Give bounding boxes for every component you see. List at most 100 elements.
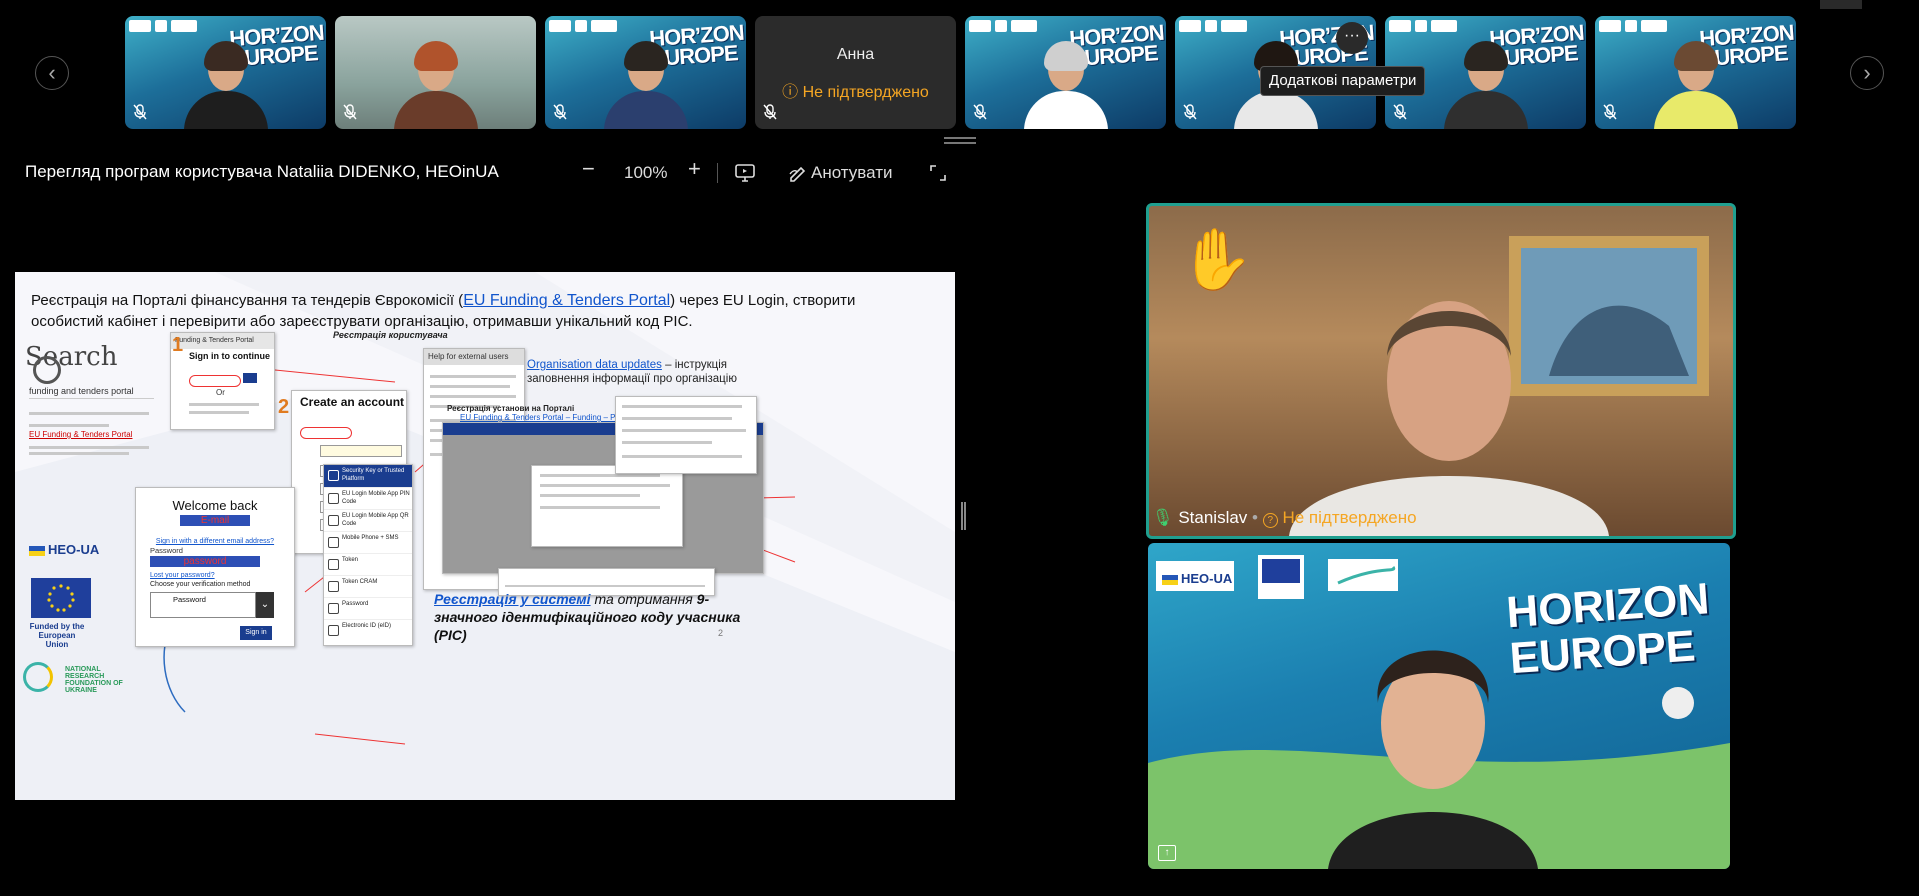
verification-method-item: Token CRAM: [324, 575, 412, 597]
pic-text: та отримання: [590, 591, 697, 607]
search-query: funding and tenders portal: [29, 386, 154, 399]
method-icon: [328, 559, 339, 570]
participant-video: [1023, 39, 1108, 129]
nrf-logo-icon: [23, 662, 53, 692]
signin-screenshot: Funding & Tenders Portal Sign in to cont…: [170, 332, 275, 430]
speaker-video[interactable]: ✋: [1146, 203, 1736, 539]
participant-tile[interactable]: HOR’ZON EUROPE: [965, 16, 1166, 129]
resize-grabber-line: [944, 142, 976, 144]
participant-tile[interactable]: Анна ⓘ Не підтверджено: [755, 16, 956, 129]
verification-method-label: Electronic ID (eID): [342, 623, 392, 629]
step-number-1: 1: [172, 334, 184, 356]
heo-ua-logo: HEO-UA: [29, 542, 99, 557]
sponsor-logos: [1389, 20, 1457, 32]
password-field: password: [150, 556, 260, 567]
present-screen-icon[interactable]: [735, 164, 755, 187]
register-form-screenshot: [615, 396, 757, 474]
create-account-title: Create an account: [300, 395, 405, 409]
method-icon: [328, 493, 339, 504]
verification-method-item: Mobile Phone + SMS: [324, 531, 412, 553]
signin-button: Sign in: [240, 626, 272, 640]
sponsor-logos: [1599, 20, 1667, 32]
participant-tile[interactable]: HOR’ZON EUROPE: [1595, 16, 1796, 129]
welcome-back-screenshot: Welcome back E-mail Sign in with a diffe…: [135, 487, 295, 647]
heo-ua-label: HEO-UA: [48, 542, 100, 557]
more-options-tooltip: Додаткові параметри: [1260, 66, 1426, 96]
org-updates-note: Organisation data updates – інструкція з…: [527, 358, 772, 386]
presenter-heo-label: HEO-UA: [1181, 571, 1233, 586]
zoom-in-button[interactable]: +: [688, 156, 701, 182]
participant-video: [603, 39, 688, 129]
panel-splitter[interactable]: [961, 502, 966, 530]
slide-heading-text: Реєстрація на Порталі фінансування та те…: [31, 292, 464, 309]
verification-method-label: Mobile Phone + SMS: [342, 535, 399, 541]
sponsor-logos: [129, 20, 197, 32]
method-icon: [328, 537, 339, 548]
toolbar-divider: [717, 163, 718, 183]
verification-method-item: EU Login Mobile App QR Code: [324, 509, 412, 531]
org-updates-link[interactable]: Organisation data updates: [527, 359, 662, 371]
slide-heading: Реєстрація на Порталі фінансування та те…: [31, 290, 931, 332]
participant-tile[interactable]: HOR’ZON EUROPE: [545, 16, 746, 129]
shared-slide: Реєстрація на Порталі фінансування та те…: [15, 272, 955, 800]
participant-name: Анна: [836, 46, 875, 63]
participant-video: [1443, 39, 1528, 129]
participant-tile[interactable]: HOR’ZON EUROPE: [125, 16, 326, 129]
search-result-link: EU Funding & Tenders Portal: [29, 430, 133, 439]
sponsor-logos: [969, 20, 1037, 32]
participant-tile[interactable]: [335, 16, 536, 129]
speaker-status: Не підтверджено: [1282, 508, 1417, 527]
resize-grabber[interactable]: [944, 137, 976, 139]
presenter-video[interactable]: HEO-UA HORIZON EUROPE ↑: [1148, 543, 1730, 869]
raised-hand-icon: ✋: [1179, 226, 1254, 293]
verification-method-item: Security Key or Trusted Platform: [324, 465, 412, 487]
participant-video: [393, 39, 478, 129]
password-label: Password: [150, 546, 183, 555]
search-screenshot: Search funding and tenders portal EU Fun…: [25, 342, 160, 462]
verification-methods-screenshot: Security Key or Trusted Platform EU Login…: [323, 464, 413, 646]
participant-status: ⓘ Не підтверджено: [782, 84, 929, 101]
mic-off-icon: [133, 104, 147, 123]
chevron-left-icon: ‹: [48, 60, 56, 85]
welcome-title: Welcome back: [172, 498, 258, 513]
verification-method-label: EU Login Mobile App PIN Code: [342, 491, 410, 505]
chevron-right-icon: ›: [1863, 60, 1871, 85]
verification-method-item: EU Login Mobile App PIN Code: [324, 487, 412, 509]
mic-off-icon: [343, 104, 357, 123]
unverified-icon: ?: [1262, 513, 1278, 528]
method-icon: [328, 603, 339, 614]
signin-title: Sign in to continue: [189, 351, 270, 361]
prev-page-button[interactable]: ‹: [35, 56, 69, 90]
fullscreen-icon[interactable]: [929, 164, 947, 187]
welcome-register-dialog: [531, 465, 683, 547]
user-registration-label: Реєстрація користувача: [333, 330, 448, 340]
annotate-button[interactable]: Анотувати: [811, 163, 893, 183]
verification-method-label: Token: [342, 557, 359, 563]
zoom-out-button[interactable]: −: [582, 156, 595, 182]
more-options-button[interactable]: ···: [1336, 22, 1368, 54]
step-number-2: 2: [278, 396, 290, 418]
verification-method-label: Password: [342, 601, 369, 607]
verification-method-label: EU Login Mobile App QR Code: [342, 513, 409, 527]
verification-method-label: Token CRAM: [342, 579, 378, 585]
method-icon: [328, 470, 339, 481]
mic-off-icon: [553, 104, 567, 123]
method-icon: [328, 515, 339, 526]
window-control[interactable]: [1820, 0, 1862, 9]
nrf-label: NATIONAL RESEARCH FOUNDATION OF UKRAINE: [65, 666, 123, 694]
system-registration-link[interactable]: Реєстрація у системі: [434, 591, 591, 607]
method-icon: [328, 625, 339, 636]
magnifier-icon: [33, 356, 61, 384]
chevron-down-icon: ⌄: [256, 592, 274, 618]
choose-method-label: Choose your verification method: [150, 581, 251, 588]
method-password-option: Password: [150, 592, 256, 618]
name-separator: •: [1252, 508, 1258, 527]
verification-method-item: Electronic ID (eID): [324, 619, 412, 641]
share-title: Перегляд програм користувача Nataliia DI…: [25, 162, 499, 181]
next-page-button[interactable]: ›: [1850, 56, 1884, 90]
portal-link[interactable]: EU Funding & Tenders Portal: [463, 292, 670, 309]
horizon-europe-banner: HORIZON EUROPE: [1504, 574, 1711, 684]
method-icon: [328, 581, 339, 592]
share-screen-icon[interactable]: ↑: [1158, 845, 1176, 861]
verification-method-label: Security Key or Trusted Platform: [342, 468, 405, 482]
